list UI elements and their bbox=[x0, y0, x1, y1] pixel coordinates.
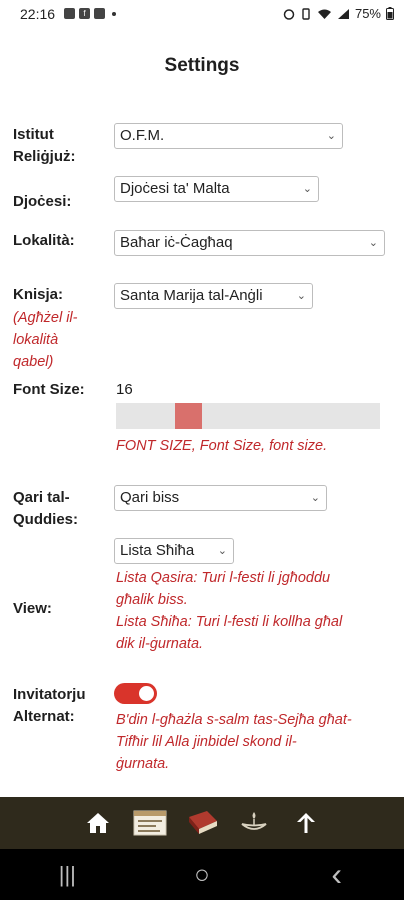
alarm-icon bbox=[283, 8, 295, 20]
view-select-value: Lista Sħiħa bbox=[120, 542, 195, 559]
knisja-label: Knisja: bbox=[13, 286, 64, 303]
battery-icon bbox=[386, 7, 394, 20]
view-desc-line2: għalik biss. bbox=[116, 592, 188, 608]
signal-icon bbox=[337, 8, 349, 19]
lokalita-select[interactable]: Baħar iċ-Ċagħaq ⌄ bbox=[114, 230, 385, 256]
status-time: 22:16 bbox=[20, 6, 56, 22]
qari-label-line1: Qari tal- bbox=[13, 489, 70, 506]
invitatorju-desc-line3: ġurnata. bbox=[116, 756, 170, 772]
book-icon[interactable] bbox=[185, 806, 219, 840]
lokalita-label: Lokalità: bbox=[13, 232, 75, 249]
knisja-select[interactable]: Santa Marija tal-Anġli ⌄ bbox=[114, 283, 313, 309]
djocesi-select-value: Djoċesi ta' Malta bbox=[120, 180, 230, 197]
istitut-label: Istitut Reliġjuż: bbox=[13, 124, 76, 168]
home-button[interactable]: ○ bbox=[172, 859, 232, 890]
invitatorju-label-line1: Invitatorju bbox=[13, 686, 86, 703]
chevron-down-icon: ⌄ bbox=[294, 284, 306, 308]
view-label: View: bbox=[13, 600, 52, 617]
knisja-hint: (Agħżel il- lokalità qabel) bbox=[13, 307, 113, 373]
qari-label: Qari tal- Quddies: bbox=[13, 487, 78, 531]
vibrate-icon bbox=[302, 7, 310, 20]
app-notification-icon bbox=[94, 8, 105, 19]
knisja-hint-line3: qabel) bbox=[13, 354, 54, 370]
knisja-hint-line1: (Agħżel il- bbox=[13, 310, 78, 326]
font-size-sample: FONT SIZE, Font Size, font size. bbox=[116, 438, 328, 454]
qari-select[interactable]: Qari biss ⌄ bbox=[114, 485, 327, 511]
istitut-label-line1: Istitut bbox=[13, 126, 54, 143]
chevron-down-icon: ⌄ bbox=[326, 130, 336, 142]
chevron-down-icon: ⌄ bbox=[368, 237, 378, 249]
system-nav-bar: ||| ○ ‹ bbox=[0, 849, 404, 900]
qari-select-value: Qari biss bbox=[120, 489, 180, 506]
invitatorju-label-line2: Alternat: bbox=[13, 708, 75, 725]
back-button[interactable]: ‹ bbox=[307, 856, 367, 893]
chevron-down-icon: ⌄ bbox=[310, 492, 320, 504]
photo-notification-icon bbox=[64, 8, 75, 19]
view-desc-line1: Lista Qasira: Turi l-festi li jgħoddu bbox=[116, 570, 331, 586]
qari-label-line2: Quddies: bbox=[13, 511, 79, 528]
knisja-hint-line2: lokalità bbox=[13, 332, 59, 348]
recents-button[interactable]: ||| bbox=[37, 862, 97, 888]
font-size-slider[interactable] bbox=[116, 403, 380, 429]
view-description: Lista Qasira: Turi l-festi li jgħoddu għ… bbox=[116, 567, 398, 655]
istitut-select[interactable]: O.F.M. ⌄ bbox=[114, 123, 343, 149]
status-bar: 22:16 f 75% bbox=[0, 0, 404, 30]
invitatorju-description: B'din l-għażla s-salm tas-Sejħa għat- Ti… bbox=[116, 709, 398, 775]
font-size-value: 16 bbox=[116, 381, 133, 398]
toggle-knob bbox=[139, 686, 154, 701]
more-notifications-icon bbox=[112, 11, 116, 16]
invitatorju-desc-line1: B'din l-għażla s-salm tas-Sejħa għat- bbox=[116, 712, 352, 728]
battery-percent: 75% bbox=[354, 6, 381, 21]
view-desc-line3: Lista Sħiħa: Turi l-festi li kollha għal bbox=[116, 614, 343, 630]
system-status-icons: 75% bbox=[283, 6, 394, 21]
slider-thumb[interactable] bbox=[175, 403, 202, 429]
istitut-label-line2: Reliġjuż: bbox=[13, 148, 76, 165]
chevron-down-icon: ⌄ bbox=[302, 183, 312, 195]
knisja-select-value: Santa Marija tal-Anġli bbox=[120, 287, 263, 304]
invitatorju-desc-line2: Tifħir lil Alla jinbidel skond il- bbox=[116, 734, 297, 750]
wifi-icon bbox=[317, 9, 331, 19]
view-select[interactable]: Lista Sħiħa ⌄ bbox=[114, 538, 234, 564]
lokalita-select-value: Baħar iċ-Ċagħaq bbox=[120, 234, 233, 251]
lamp-icon[interactable] bbox=[237, 806, 271, 840]
istitut-select-value: O.F.M. bbox=[120, 127, 165, 144]
notification-icons: f bbox=[64, 8, 116, 19]
invitatorju-label: Invitatorju Alternat: bbox=[13, 684, 86, 728]
chevron-down-icon: ⌄ bbox=[217, 545, 227, 557]
djocesi-select[interactable]: Djoċesi ta' Malta ⌄ bbox=[114, 176, 319, 202]
facebook-notification-icon: f bbox=[79, 8, 90, 19]
arrow-up-icon[interactable] bbox=[289, 806, 323, 840]
home-icon[interactable] bbox=[81, 806, 115, 840]
bottom-nav bbox=[0, 797, 404, 849]
djocesi-label: Djoċesi: bbox=[13, 193, 72, 210]
font-size-label: Font Size: bbox=[13, 381, 85, 398]
calendar-card-icon[interactable] bbox=[133, 806, 167, 840]
view-desc-line4: dik il-ġurnata. bbox=[116, 636, 204, 652]
invitatorju-toggle[interactable] bbox=[114, 683, 157, 704]
page-title: Settings bbox=[164, 55, 240, 76]
